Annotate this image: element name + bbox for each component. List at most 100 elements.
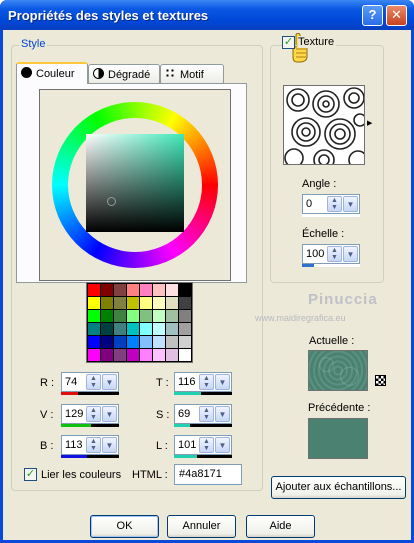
html-color-input[interactable]: #4a8171 xyxy=(174,464,242,485)
palette-swatch[interactable] xyxy=(114,349,126,361)
palette-swatch[interactable] xyxy=(101,323,113,335)
palette-swatch[interactable] xyxy=(101,310,113,322)
tab-motif[interactable]: Motif xyxy=(160,64,224,84)
palette-swatch[interactable] xyxy=(179,349,191,361)
palette-swatch[interactable] xyxy=(166,284,178,296)
previous-swatch[interactable] xyxy=(308,418,368,459)
palette-swatch[interactable] xyxy=(179,310,191,322)
spin-arrows-icon[interactable]: ▲ ▼ xyxy=(199,406,214,422)
tab-degrade[interactable]: Dégradé xyxy=(88,64,160,84)
chevron-down-icon[interactable]: ▼ xyxy=(102,374,117,390)
palette-swatch[interactable] xyxy=(88,310,100,322)
palette-swatch[interactable] xyxy=(179,323,191,335)
color-palette[interactable] xyxy=(86,282,193,363)
s-value[interactable]: 69 xyxy=(178,408,190,420)
palette-swatch[interactable] xyxy=(140,297,152,309)
palette-swatch[interactable] xyxy=(153,297,165,309)
palette-swatch[interactable] xyxy=(88,297,100,309)
palette-swatch[interactable] xyxy=(127,336,139,348)
l-value[interactable]: 101 xyxy=(178,439,196,451)
close-icon[interactable]: ✕ xyxy=(386,5,407,26)
v-value[interactable]: 129 xyxy=(65,408,83,420)
palette-swatch[interactable] xyxy=(127,349,139,361)
palette-swatch[interactable] xyxy=(114,310,126,322)
link-colors-checkbox[interactable]: ✓ xyxy=(24,468,37,481)
palette-swatch[interactable] xyxy=(127,284,139,296)
palette-swatch[interactable] xyxy=(114,297,126,309)
saturation-square[interactable] xyxy=(86,134,184,232)
cancel-button[interactable]: Annuler xyxy=(167,515,236,538)
palette-swatch[interactable] xyxy=(153,336,165,348)
palette-swatch[interactable] xyxy=(166,297,178,309)
palette-swatch[interactable] xyxy=(127,297,139,309)
palette-swatch[interactable] xyxy=(114,323,126,335)
palette-swatch[interactable] xyxy=(140,284,152,296)
palette-swatch[interactable] xyxy=(88,284,100,296)
spin-arrows-icon[interactable]: ▲ ▼ xyxy=(86,374,101,390)
palette-swatch[interactable] xyxy=(114,284,126,296)
chevron-down-icon[interactable]: ▼ xyxy=(343,246,358,262)
help-button[interactable]: Aide xyxy=(246,515,315,538)
angle-value[interactable]: 0 xyxy=(306,198,312,210)
palette-swatch[interactable] xyxy=(140,349,152,361)
palette-swatch[interactable] xyxy=(153,284,165,296)
palette-swatch[interactable] xyxy=(166,349,178,361)
palette-swatch[interactable] xyxy=(179,297,191,309)
chevron-down-icon[interactable]: ▼ xyxy=(102,406,117,422)
spin-arrows-icon[interactable]: ▲ ▼ xyxy=(199,374,214,390)
chevron-down-icon[interactable]: ▼ xyxy=(215,374,230,390)
palette-swatch[interactable] xyxy=(114,336,126,348)
chevron-down-icon[interactable]: ▼ xyxy=(215,406,230,422)
palette-swatch[interactable] xyxy=(153,310,165,322)
palette-swatch[interactable] xyxy=(166,336,178,348)
r-spinner[interactable]: 74 ▲ ▼ ▼ xyxy=(61,372,119,392)
texture-checkbox[interactable]: ✓ xyxy=(282,36,295,49)
palette-swatch[interactable] xyxy=(101,349,113,361)
scale-spinner[interactable]: 100 ▲ ▼ ▼ xyxy=(302,244,360,264)
r-value[interactable]: 74 xyxy=(65,376,77,388)
ok-button[interactable]: OK xyxy=(90,515,159,538)
palette-swatch[interactable] xyxy=(166,310,178,322)
link-colors-label[interactable]: Lier les couleurs xyxy=(41,469,121,481)
spin-arrows-icon[interactable]: ▲ ▼ xyxy=(199,437,214,453)
spin-arrows-icon[interactable]: ▲ ▼ xyxy=(86,437,101,453)
palette-swatch[interactable] xyxy=(127,310,139,322)
palette-swatch[interactable] xyxy=(140,323,152,335)
chevron-down-icon[interactable]: ▼ xyxy=(343,196,358,212)
color-picker-field[interactable] xyxy=(39,89,231,296)
palette-swatch[interactable] xyxy=(88,323,100,335)
help-icon[interactable]: ? xyxy=(362,5,383,26)
b-value[interactable]: 113 xyxy=(65,439,83,451)
angle-spinner[interactable]: 0 ▲ ▼ ▼ xyxy=(302,194,360,214)
palette-swatch[interactable] xyxy=(153,349,165,361)
current-swatch[interactable] xyxy=(308,350,368,391)
palette-swatch[interactable] xyxy=(179,284,191,296)
b-spinner[interactable]: 113 ▲ ▼ ▼ xyxy=(61,435,119,455)
spin-arrows-icon[interactable]: ▲ ▼ xyxy=(86,406,101,422)
scale-value[interactable]: 100 xyxy=(306,248,324,260)
title-bar[interactable]: Propriétés des styles et textures ? ✕ xyxy=(0,0,414,30)
texture-label[interactable]: Texture xyxy=(298,36,337,48)
palette-swatch[interactable] xyxy=(88,349,100,361)
palette-swatch[interactable] xyxy=(166,323,178,335)
palette-swatch[interactable] xyxy=(127,323,139,335)
v-spinner[interactable]: 129 ▲ ▼ ▼ xyxy=(61,404,119,424)
palette-swatch[interactable] xyxy=(101,284,113,296)
palette-swatch[interactable] xyxy=(153,323,165,335)
chevron-down-icon[interactable]: ▼ xyxy=(215,437,230,453)
s-spinner[interactable]: 69 ▲ ▼ ▼ xyxy=(174,404,232,424)
texture-preview[interactable] xyxy=(283,85,365,165)
t-spinner[interactable]: 116 ▲ ▼ ▼ xyxy=(174,372,232,392)
spin-arrows-icon[interactable]: ▲ ▼ xyxy=(327,196,342,212)
palette-swatch[interactable] xyxy=(101,336,113,348)
t-value[interactable]: 116 xyxy=(178,376,196,388)
palette-swatch[interactable] xyxy=(140,336,152,348)
texture-dropdown-arrow-icon[interactable]: ▶ xyxy=(367,119,372,127)
tab-couleur[interactable]: Couleur xyxy=(16,62,88,84)
palette-swatch[interactable] xyxy=(179,336,191,348)
add-to-samples-button[interactable]: Ajouter aux échantillons... xyxy=(271,476,406,499)
palette-swatch[interactable] xyxy=(88,336,100,348)
palette-swatch[interactable] xyxy=(140,310,152,322)
l-spinner[interactable]: 101 ▲ ▼ ▼ xyxy=(174,435,232,455)
chevron-down-icon[interactable]: ▼ xyxy=(102,437,117,453)
